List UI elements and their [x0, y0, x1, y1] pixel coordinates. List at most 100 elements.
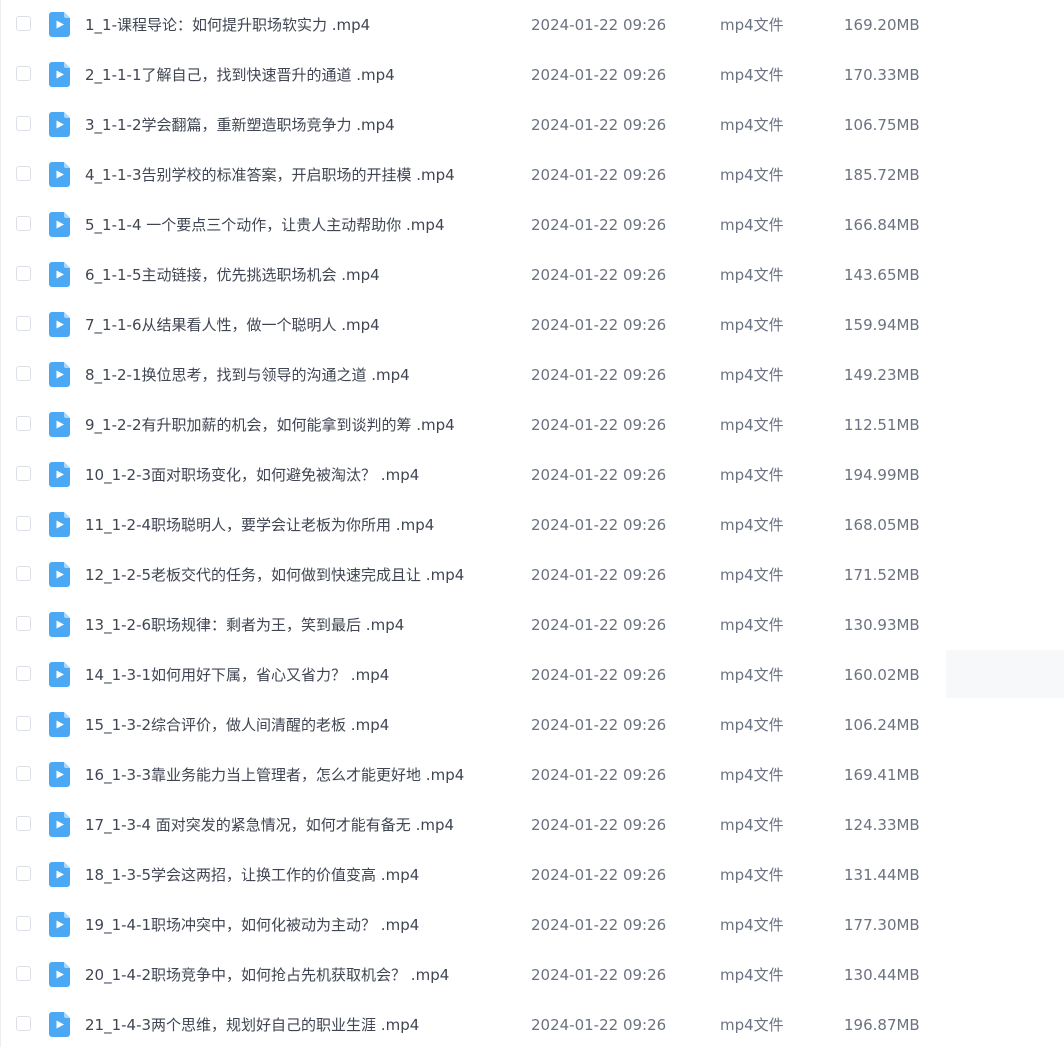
- row-checkbox[interactable]: [16, 716, 31, 731]
- file-row[interactable]: 13_1-2-6职场规律：剩者为王，笑到最后 .mp4 2024-01-22 0…: [0, 600, 1064, 650]
- file-name[interactable]: 12_1-2-5老板交代的任务，如何做到快速完成且让 .mp4: [85, 564, 464, 586]
- file-modified-date: 2024-01-22 09:26: [531, 216, 667, 234]
- file-name[interactable]: 9_1-2-2有升职加薪的机会，如何能拿到谈判的筹 .mp4: [85, 414, 455, 436]
- file-row[interactable]: 16_1-3-3靠业务能力当上管理者，怎么才能更好地 .mp4 2024-01-…: [0, 750, 1064, 800]
- file-name[interactable]: 20_1-4-2职场竞争中，如何抢占先机获取机会？ .mp4: [85, 964, 449, 986]
- file-type: mp4文件: [720, 916, 784, 934]
- file-name[interactable]: 13_1-2-6职场规律：剩者为王，笑到最后 .mp4: [85, 614, 404, 636]
- row-checkbox[interactable]: [16, 566, 31, 581]
- file-row[interactable]: 3_1-1-2学会翻篇，重新塑造职场竞争力 .mp4 2024-01-22 09…: [0, 100, 1064, 150]
- row-checkbox[interactable]: [16, 766, 31, 781]
- file-type: mp4文件: [720, 166, 784, 184]
- row-checkbox[interactable]: [16, 466, 31, 481]
- video-file-icon: [49, 862, 70, 887]
- file-modified-date: 2024-01-22 09:26: [531, 716, 667, 734]
- file-size: 160.02MB: [844, 666, 920, 684]
- row-checkbox[interactable]: [16, 116, 31, 131]
- file-size: 196.87MB: [844, 1016, 920, 1034]
- row-checkbox[interactable]: [16, 366, 31, 381]
- file-name[interactable]: 3_1-1-2学会翻篇，重新塑造职场竞争力 .mp4: [85, 114, 395, 136]
- file-name[interactable]: 21_1-4-3两个思维，规划好自己的职业生涯 .mp4: [85, 1014, 419, 1036]
- file-row[interactable]: 14_1-3-1如何用好下属，省心又省力？ .mp4 2024-01-22 09…: [0, 650, 1064, 700]
- row-checkbox[interactable]: [16, 216, 31, 231]
- video-file-icon: [49, 762, 70, 787]
- row-checkbox[interactable]: [16, 266, 31, 281]
- file-row[interactable]: 10_1-2-3面对职场变化，如何避免被淘汰？ .mp4 2024-01-22 …: [0, 450, 1064, 500]
- file-type: mp4文件: [720, 666, 784, 684]
- file-name[interactable]: 2_1-1-1了解自己，找到快速晋升的通道 .mp4: [85, 64, 395, 86]
- file-name[interactable]: 7_1-1-6从结果看人性，做一个聪明人 .mp4: [85, 314, 380, 336]
- file-row[interactable]: 17_1-3-4 面对突发的紧急情况，如何才能有备无 .mp4 2024-01-…: [0, 800, 1064, 850]
- file-row[interactable]: 2_1-1-1了解自己，找到快速晋升的通道 .mp4 2024-01-22 09…: [0, 50, 1064, 100]
- file-row[interactable]: 12_1-2-5老板交代的任务，如何做到快速完成且让 .mp4 2024-01-…: [0, 550, 1064, 600]
- file-type: mp4文件: [720, 416, 784, 434]
- row-checkbox[interactable]: [16, 516, 31, 531]
- file-name[interactable]: 5_1-1-4 一个要点三个动作，让贵人主动帮助你 .mp4: [85, 214, 444, 236]
- file-row[interactable]: 20_1-4-2职场竞争中，如何抢占先机获取机会？ .mp4 2024-01-2…: [0, 950, 1064, 1000]
- file-row[interactable]: 6_1-1-5主动链接，优先挑选职场机会 .mp4 2024-01-22 09:…: [0, 250, 1064, 300]
- file-type: mp4文件: [720, 366, 784, 384]
- file-row[interactable]: 5_1-1-4 一个要点三个动作，让贵人主动帮助你 .mp4 2024-01-2…: [0, 200, 1064, 250]
- file-name[interactable]: 14_1-3-1如何用好下属，省心又省力？ .mp4: [85, 664, 389, 686]
- row-checkbox[interactable]: [16, 16, 31, 31]
- file-row[interactable]: 1_1-课程导论：如何提升职场软实力 .mp4 2024-01-22 09:26…: [0, 0, 1064, 50]
- file-row[interactable]: 7_1-1-6从结果看人性，做一个聪明人 .mp4 2024-01-22 09:…: [0, 300, 1064, 350]
- file-row[interactable]: 11_1-2-4职场聪明人，要学会让老板为你所用 .mp4 2024-01-22…: [0, 500, 1064, 550]
- file-type: mp4文件: [720, 766, 784, 784]
- file-name[interactable]: 19_1-4-1职场冲突中，如何化被动为主动？ .mp4: [85, 914, 419, 936]
- file-size: 106.24MB: [844, 716, 920, 734]
- file-name[interactable]: 16_1-3-3靠业务能力当上管理者，怎么才能更好地 .mp4: [85, 764, 464, 786]
- file-modified-date: 2024-01-22 09:26: [531, 516, 667, 534]
- file-name[interactable]: 6_1-1-5主动链接，优先挑选职场机会 .mp4: [85, 264, 380, 286]
- file-modified-date: 2024-01-22 09:26: [531, 316, 667, 334]
- file-type: mp4文件: [720, 66, 784, 84]
- row-checkbox[interactable]: [16, 166, 31, 181]
- file-type: mp4文件: [720, 466, 784, 484]
- row-checkbox[interactable]: [16, 966, 31, 981]
- row-checkbox[interactable]: [16, 616, 31, 631]
- file-name[interactable]: 17_1-3-4 面对突发的紧急情况，如何才能有备无 .mp4: [85, 814, 454, 836]
- file-row[interactable]: 15_1-3-2综合评价，做人间清醒的老板 .mp4 2024-01-22 09…: [0, 700, 1064, 750]
- file-name[interactable]: 15_1-3-2综合评价，做人间清醒的老板 .mp4: [85, 714, 389, 736]
- row-checkbox[interactable]: [16, 1016, 31, 1031]
- row-checkbox[interactable]: [16, 316, 31, 331]
- file-row[interactable]: 8_1-2-1换位思考，找到与领导的沟通之道 .mp4 2024-01-22 0…: [0, 350, 1064, 400]
- video-file-icon: [49, 462, 70, 487]
- file-size: 143.65MB: [844, 266, 920, 284]
- file-list: 1_1-课程导论：如何提升职场软实力 .mp4 2024-01-22 09:26…: [0, 0, 1064, 1047]
- row-checkbox[interactable]: [16, 866, 31, 881]
- file-type: mp4文件: [720, 1016, 784, 1034]
- file-name[interactable]: 10_1-2-3面对职场变化，如何避免被淘汰？ .mp4: [85, 464, 419, 486]
- row-checkbox[interactable]: [16, 916, 31, 931]
- file-row[interactable]: 9_1-2-2有升职加薪的机会，如何能拿到谈判的筹 .mp4 2024-01-2…: [0, 400, 1064, 450]
- file-size: 169.41MB: [844, 766, 920, 784]
- row-checkbox[interactable]: [16, 416, 31, 431]
- video-file-icon: [49, 812, 70, 837]
- file-type: mp4文件: [720, 16, 784, 34]
- file-modified-date: 2024-01-22 09:26: [531, 1016, 667, 1034]
- row-checkbox[interactable]: [16, 66, 31, 81]
- file-name[interactable]: 8_1-2-1换位思考，找到与领导的沟通之道 .mp4: [85, 364, 410, 386]
- row-checkbox[interactable]: [16, 666, 31, 681]
- file-modified-date: 2024-01-22 09:26: [531, 16, 667, 34]
- file-row[interactable]: 18_1-3-5学会这两招，让换工作的价值变高 .mp4 2024-01-22 …: [0, 850, 1064, 900]
- file-name[interactable]: 11_1-2-4职场聪明人，要学会让老板为你所用 .mp4: [85, 514, 434, 536]
- video-file-icon: [49, 412, 70, 437]
- file-row[interactable]: 21_1-4-3两个思维，规划好自己的职业生涯 .mp4 2024-01-22 …: [0, 1000, 1064, 1050]
- video-file-icon: [49, 662, 70, 687]
- file-row[interactable]: 19_1-4-1职场冲突中，如何化被动为主动？ .mp4 2024-01-22 …: [0, 900, 1064, 950]
- file-name[interactable]: 4_1-1-3告别学校的标准答案，开启职场的开挂模 .mp4: [85, 164, 455, 186]
- file-row[interactable]: 4_1-1-3告别学校的标准答案，开启职场的开挂模 .mp4 2024-01-2…: [0, 150, 1064, 200]
- file-type: mp4文件: [720, 216, 784, 234]
- video-file-icon: [49, 362, 70, 387]
- file-name[interactable]: 1_1-课程导论：如何提升职场软实力 .mp4: [85, 14, 370, 36]
- video-file-icon: [49, 212, 70, 237]
- file-name[interactable]: 18_1-3-5学会这两招，让换工作的价值变高 .mp4: [85, 864, 419, 886]
- file-modified-date: 2024-01-22 09:26: [531, 416, 667, 434]
- file-type: mp4文件: [720, 616, 784, 634]
- file-size: 171.52MB: [844, 566, 920, 584]
- row-checkbox[interactable]: [16, 816, 31, 831]
- file-modified-date: 2024-01-22 09:26: [531, 166, 667, 184]
- video-file-icon: [49, 512, 70, 537]
- video-file-icon: [49, 712, 70, 737]
